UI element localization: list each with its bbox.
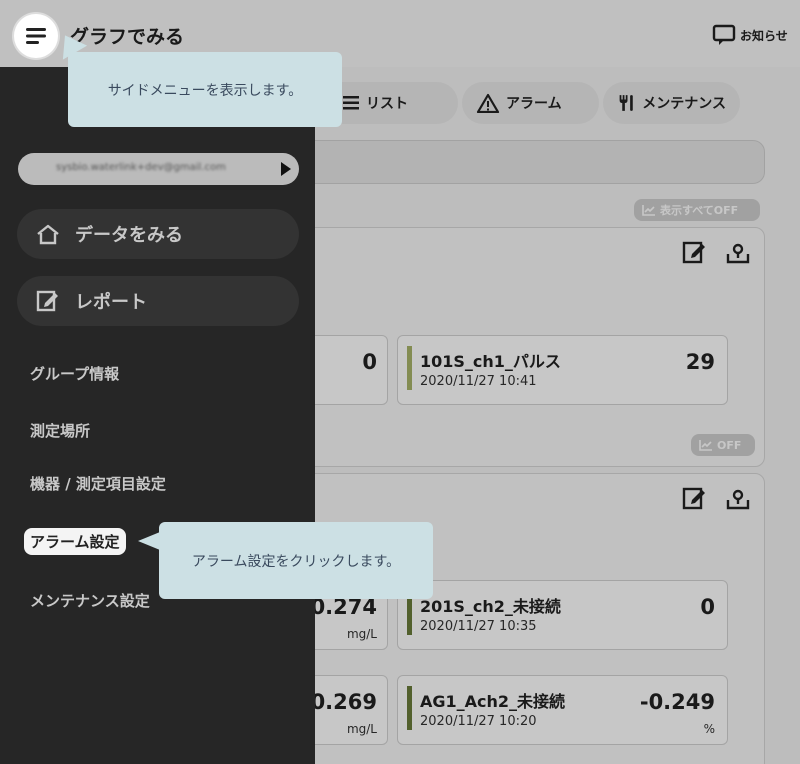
report-icon [36,290,58,312]
play-arrow-icon [281,162,291,176]
nav-data-view[interactable]: データをみる [17,209,299,259]
account-selector[interactable]: sysbio.waterlink+dev@gmail.com [18,153,299,185]
tooltip-menu: サイドメニューを表示します。 [68,52,342,127]
hamburger-icon [26,28,46,44]
sidebar-item-group-info[interactable]: グループ情報 [30,363,119,384]
tooltip-alarm: アラーム設定をクリックします。 [159,522,433,599]
sidebar-item-alarm-settings[interactable]: アラーム設定 [24,528,126,555]
tooltip-pointer [138,532,160,550]
app-screen: グラフでみる お知らせ リスト アラーム メンテナンス 表示すべてOFF 0 1… [0,0,800,764]
sidebar-item-maintenance-settings[interactable]: メンテナンス設定 [30,590,150,611]
home-icon [37,224,59,245]
account-email: sysbio.waterlink+dev@gmail.com [56,162,226,173]
sidebar-item-device-settings[interactable]: 機器 / 測定項目設定 [30,473,166,494]
nav-report[interactable]: レポート [17,276,299,326]
nav-label: レポート [75,292,147,313]
sidebar-item-locations[interactable]: 測定場所 [30,420,90,441]
side-menu: sysbio.waterlink+dev@gmail.com データをみる レポ… [0,67,315,764]
menu-button[interactable] [14,14,58,58]
nav-label: データをみる [75,225,183,246]
